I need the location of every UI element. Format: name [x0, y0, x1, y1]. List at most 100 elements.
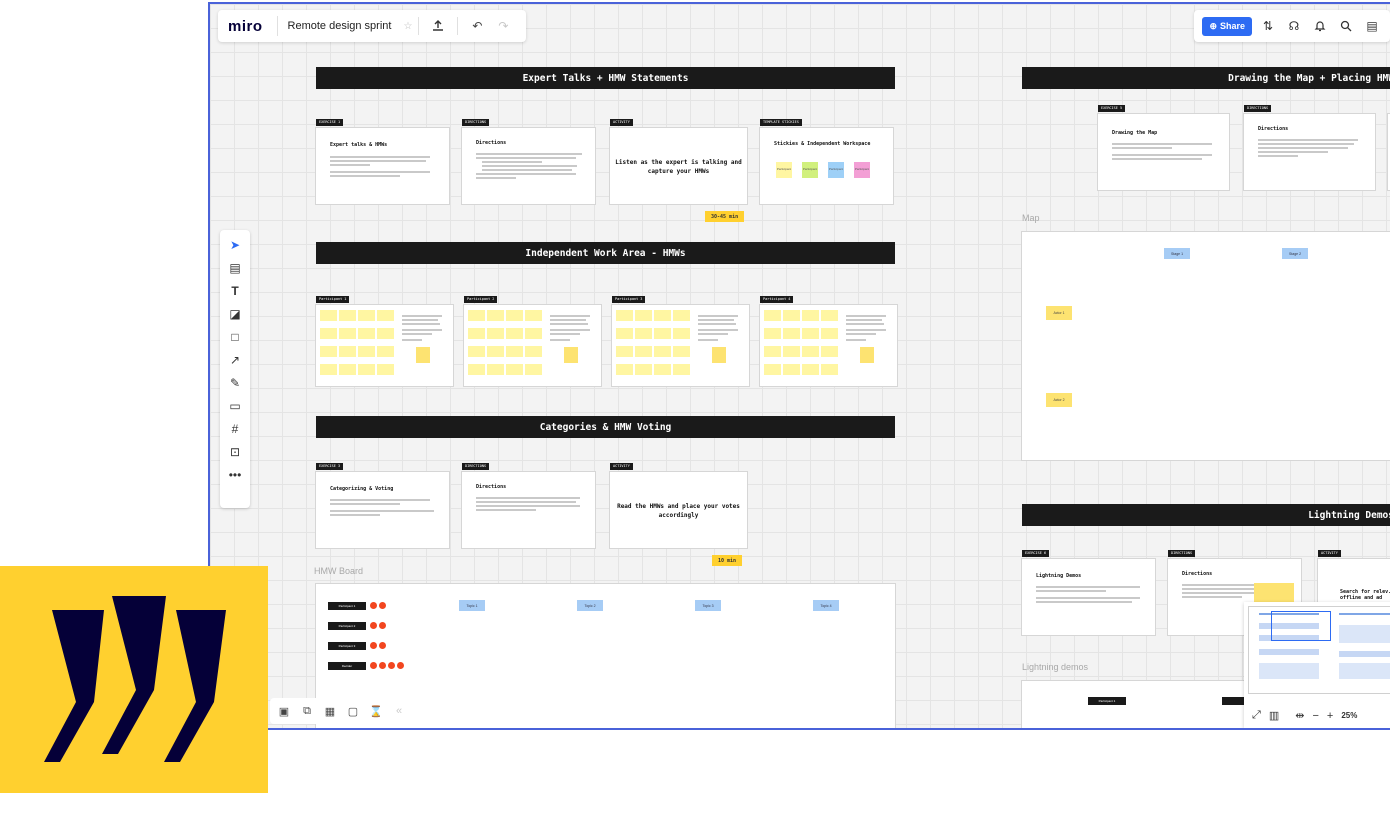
vote-dot[interactable]: [379, 662, 386, 669]
sticky-note[interactable]: [358, 328, 375, 339]
sticky-note[interactable]: [821, 310, 838, 321]
frame-stickies-workspace[interactable]: Stickies & Independent Workspace Partici…: [760, 128, 893, 204]
sticky-note[interactable]: [821, 328, 838, 339]
sticky-note[interactable]: [506, 364, 523, 375]
frame-participant-workspace[interactable]: [316, 305, 453, 386]
sort-icon[interactable]: ⇅: [1258, 16, 1278, 36]
frame-participant-workspace[interactable]: [612, 305, 749, 386]
sticky-note[interactable]: [320, 346, 337, 357]
sticky-note[interactable]: [635, 310, 652, 321]
templates-icon[interactable]: ▤: [225, 259, 245, 277]
participant-chip[interactable]: Participant 3: [328, 642, 366, 650]
export-icon[interactable]: [425, 16, 451, 36]
sticky-note[interactable]: [802, 346, 819, 357]
sticky-note[interactable]: [783, 364, 800, 375]
sticky-note[interactable]: [616, 328, 633, 339]
sticky-note[interactable]: [712, 347, 726, 363]
frame-activity[interactable]: Listen as the expert is talking and capt…: [610, 128, 747, 204]
timer-icon[interactable]: ⌛: [368, 705, 384, 718]
frame-categorizing-voting[interactable]: Categorizing & Voting: [316, 472, 449, 548]
fullscreen-icon[interactable]: ⤢: [1252, 709, 1261, 722]
frame-participant-workspace[interactable]: [464, 305, 601, 386]
sticky-note[interactable]: [487, 310, 504, 321]
sticky-note[interactable]: [339, 328, 356, 339]
notes-icon[interactable]: ▤: [1362, 16, 1382, 36]
sticky-note[interactable]: [764, 310, 781, 321]
undo-icon[interactable]: ↶: [464, 16, 490, 36]
sticky-note[interactable]: [802, 310, 819, 321]
sticky-note[interactable]: [339, 364, 356, 375]
participant-chip[interactable]: [1222, 697, 1246, 705]
sticky-note[interactable]: [764, 328, 781, 339]
vote-dot[interactable]: [370, 602, 377, 609]
sticky-note[interactable]: [320, 310, 337, 321]
upload-icon[interactable]: ⊡: [225, 443, 245, 461]
frame-activity[interactable]: Read the HMWs and place your votes accor…: [610, 472, 747, 548]
minimap-preview[interactable]: [1248, 606, 1390, 694]
sticky-note[interactable]: [821, 364, 838, 375]
sticky-note[interactable]: [487, 328, 504, 339]
frame-expert-talks[interactable]: Expert talks & HMWs: [316, 128, 449, 204]
stage-chip[interactable]: Stage 1: [1164, 248, 1190, 259]
frame-directions[interactable]: Directions: [1244, 114, 1375, 190]
minimap-toggle-icon[interactable]: ▥: [1269, 709, 1279, 722]
frames-icon[interactable]: ⧉: [299, 705, 315, 718]
sticky-note[interactable]: [802, 328, 819, 339]
map-board[interactable]: Stage 1 Stage 2 Actor 1 Actor 2: [1022, 232, 1390, 460]
sticky-note[interactable]: [783, 346, 800, 357]
sticky-note[interactable]: [616, 364, 633, 375]
frame-directions[interactable]: Directions: [462, 128, 595, 204]
collapse-icon[interactable]: «: [391, 705, 407, 717]
sticky-note[interactable]: Participant: [776, 162, 792, 178]
sticky-note[interactable]: [673, 328, 690, 339]
sticky-note[interactable]: [416, 347, 430, 363]
zoom-in-icon[interactable]: +: [1327, 710, 1333, 722]
sticky-note[interactable]: [358, 364, 375, 375]
sticky-note[interactable]: [487, 346, 504, 357]
sticky-note[interactable]: [377, 346, 394, 357]
sticky-note[interactable]: [673, 364, 690, 375]
sticky-note[interactable]: [673, 346, 690, 357]
sticky-note[interactable]: [673, 310, 690, 321]
minimap[interactable]: ⤢ ▥ ⇹ − + 25%: [1244, 602, 1390, 728]
participant-chip[interactable]: Decider: [328, 662, 366, 670]
sticky-note[interactable]: [525, 364, 542, 375]
sticky-note[interactable]: [377, 364, 394, 375]
frame-lightning-demos[interactable]: Lightning Demos: [1022, 559, 1155, 635]
sticky-note[interactable]: [616, 310, 633, 321]
select-cursor-icon[interactable]: ➤: [225, 236, 245, 254]
vote-dot[interactable]: [370, 642, 377, 649]
sticky-note[interactable]: [320, 364, 337, 375]
sticky-note[interactable]: [764, 346, 781, 357]
vote-dot[interactable]: [379, 622, 386, 629]
sticky-note[interactable]: [358, 310, 375, 321]
vote-dot[interactable]: [397, 662, 404, 669]
vote-dot[interactable]: [370, 662, 377, 669]
participant-chip[interactable]: Participant 1: [328, 602, 366, 610]
sticky-note[interactable]: [860, 347, 874, 363]
minimap-viewport[interactable]: [1271, 611, 1331, 641]
comments-icon[interactable]: ▣: [276, 705, 292, 718]
sticky-note[interactable]: [377, 328, 394, 339]
participant-chip[interactable]: Participant 2: [328, 622, 366, 630]
text-tool-icon[interactable]: T: [225, 282, 245, 300]
zoom-out-icon[interactable]: −: [1312, 710, 1318, 722]
cards-icon[interactable]: ▢: [345, 705, 361, 718]
bell-icon[interactable]: [1310, 16, 1330, 36]
sticky-note[interactable]: [377, 310, 394, 321]
actor-chip[interactable]: Actor 2: [1046, 393, 1072, 407]
sticky-note[interactable]: [506, 346, 523, 357]
sticky-note[interactable]: [468, 364, 485, 375]
stage-chip[interactable]: Stage 2: [1282, 248, 1308, 259]
topic-chip[interactable]: Topic 4: [813, 600, 839, 611]
frame-directions[interactable]: Directions: [462, 472, 595, 548]
vote-dot[interactable]: [370, 622, 377, 629]
frame-drawing-map[interactable]: Drawing the Map: [1098, 114, 1229, 190]
topic-chip[interactable]: Topic 2: [577, 600, 603, 611]
sticky-note[interactable]: [525, 346, 542, 357]
shape-tool-icon[interactable]: □: [225, 328, 245, 346]
sticky-note[interactable]: [506, 310, 523, 321]
redo-icon[interactable]: ↷: [490, 16, 516, 36]
sticky-note[interactable]: [320, 328, 337, 339]
sticky-note[interactable]: [654, 346, 671, 357]
